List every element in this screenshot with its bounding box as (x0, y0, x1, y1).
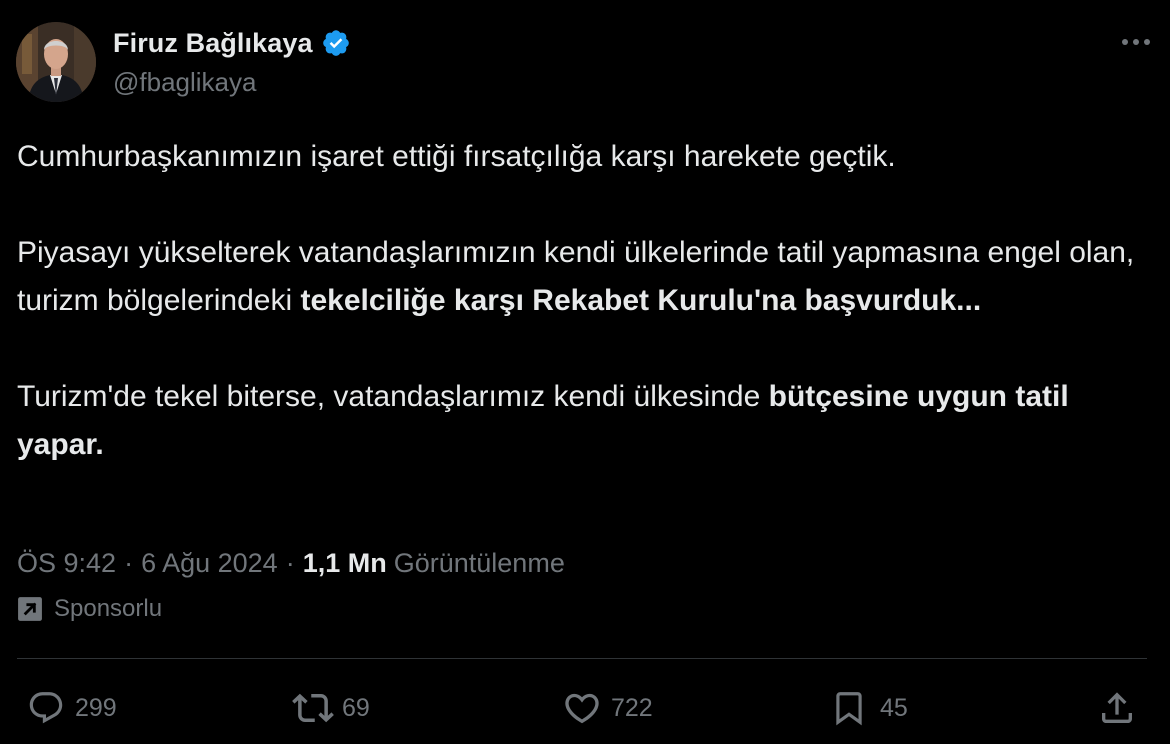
tweet-date[interactable]: 6 Ağu 2024 (141, 548, 278, 579)
tweet: Firuz Bağlıkaya @fbaglikaya Cumhurbaşkan… (0, 0, 1170, 744)
author-handle[interactable]: @fbaglikaya (113, 67, 256, 98)
author-display-name[interactable]: Firuz Bağlıkaya (113, 28, 313, 59)
sponsored-text: Sponsorlu (54, 595, 163, 622)
avatar-image (16, 22, 96, 102)
reply-button[interactable]: 299 (27, 684, 117, 732)
author-name-row: Firuz Bağlıkaya (113, 24, 351, 62)
promoted-arrow-icon (18, 597, 42, 621)
more-options-button[interactable] (1116, 28, 1156, 56)
verified-badge-icon[interactable] (321, 28, 351, 58)
repost-count: 69 (342, 693, 370, 722)
views-label: Görüntülenme (393, 548, 565, 578)
bookmark-button[interactable]: 45 (830, 684, 908, 732)
repost-icon (292, 693, 334, 723)
meta-separator: · (124, 548, 134, 578)
tweet-paragraph-2-bold: tekelciliğe karşı Rekabet Kurulu'na başv… (300, 284, 982, 317)
like-button[interactable]: 722 (562, 684, 653, 732)
avatar[interactable] (16, 22, 96, 102)
tweet-text: Cumhurbaşkanımızın işaret ettiği fırsatç… (17, 133, 1157, 469)
bookmark-icon (836, 692, 862, 726)
views-count: 1,1 Mn (302, 548, 387, 578)
heart-icon (565, 693, 599, 724)
like-count: 722 (611, 693, 653, 722)
share-button[interactable] (1097, 684, 1137, 732)
tweet-paragraph-3-text: Turizm'de tekel biterse, vatandaşlarımız… (17, 380, 769, 413)
reply-icon (29, 692, 63, 724)
action-bar: 299 69 722 45 (0, 684, 1170, 732)
reply-count: 299 (75, 693, 117, 722)
divider (17, 658, 1147, 659)
bookmark-count: 45 (880, 693, 908, 722)
tweet-paragraph-3: Turizm'de tekel biterse, vatandaşlarımız… (17, 373, 1157, 469)
tweet-time[interactable]: ÖS 9:42 (17, 548, 116, 579)
meta-separator: · (285, 548, 295, 578)
tweet-meta: ÖS 9:42 · 6 Ağu 2024 · 1,1 Mn Görüntülen… (17, 548, 565, 579)
share-icon (1102, 692, 1132, 723)
tweet-paragraph-1: Cumhurbaşkanımızın işaret ettiği fırsatç… (17, 140, 896, 173)
more-dots-icon (1122, 39, 1150, 45)
sponsored-label[interactable]: Sponsorlu (17, 595, 162, 623)
repost-button[interactable]: 69 (292, 684, 370, 732)
tweet-paragraph-2: Piyasayı yükselterek vatandaşlarımızın k… (17, 229, 1157, 325)
